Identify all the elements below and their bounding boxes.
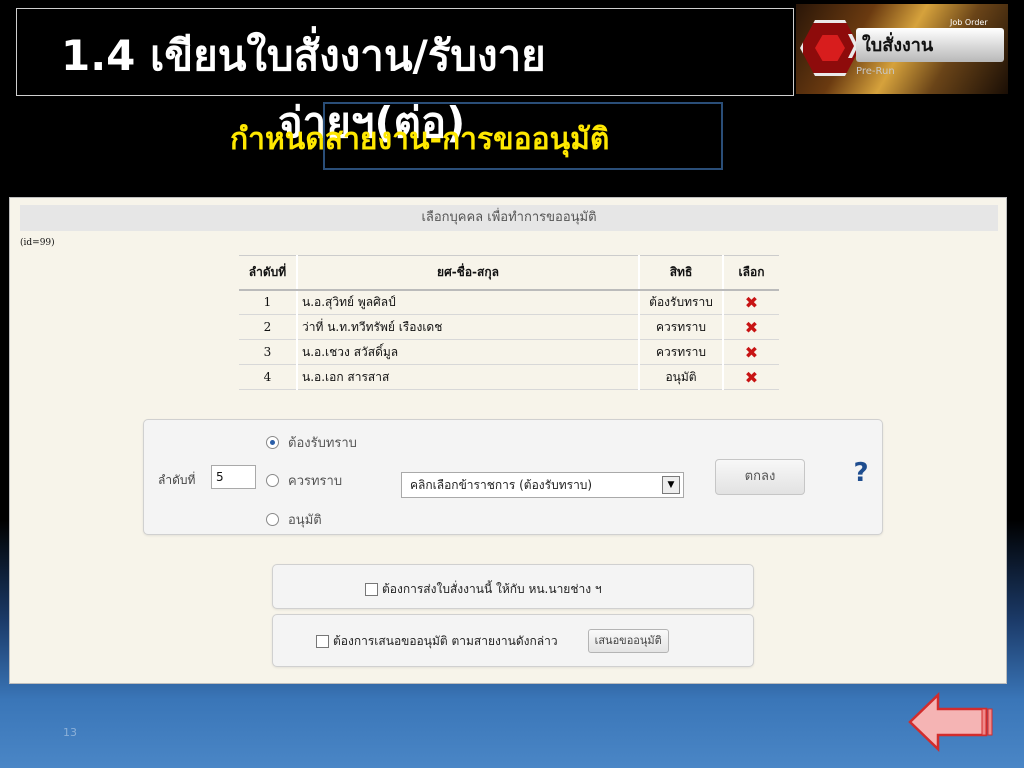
propose-option-box: ต้องการเสนอขออนุมัติ ตามสายงานดังกล่าว เ… — [272, 614, 754, 667]
remove-icon[interactable]: ✖ — [745, 293, 758, 312]
row-order: 2 — [239, 314, 297, 340]
row-name: น.อ.เชวง สวัสดิ์มูล — [296, 339, 639, 365]
row-order: 3 — [239, 339, 297, 365]
column-header-role: สิทธิ — [638, 255, 723, 291]
order-label: ลำดับที่ — [158, 473, 196, 487]
dropdown-arrow-icon[interactable]: ▼ — [662, 476, 680, 494]
row-name: ว่าที่ น.ท.ทวีทรัพย์ เรืองเดช — [296, 314, 639, 340]
row-name: น.อ.สุวิทย์ พูลศิลป์ — [296, 289, 639, 315]
remove-icon[interactable]: ✖ — [745, 318, 758, 337]
table-header-row: ลำดับที่ ยศ-ชื่อ-สกุล สิทธิ เลือก — [239, 255, 779, 291]
order-input[interactable]: 5 — [211, 465, 256, 489]
slide-title-box: 1.4 เขียนใบสั่งงาน/รับงาย — [16, 8, 794, 96]
propose-checkbox[interactable] — [316, 634, 329, 648]
row-order: 1 — [239, 289, 297, 315]
radio-label: อนุมัติ — [288, 513, 322, 528]
send-option-label: ต้องการส่งใบสั่งงานนี้ ให้กับ หน.นายช่าง… — [382, 582, 602, 596]
column-header-name: ยศ-ชื่อ-สกุล — [296, 255, 639, 291]
column-header-order: ลำดับที่ — [239, 255, 297, 291]
job-order-logo: ใบสั่งงาน Job Order Pre-Run — [796, 4, 1008, 94]
panel-header: เลือกบุคคล เพื่อทำการขออนุมัติ — [20, 205, 998, 231]
logo-sub-text: Pre-Run — [856, 66, 895, 77]
logo-small-text: Job Order — [950, 18, 988, 27]
radio-option-approve[interactable]: อนุมัติ — [266, 509, 322, 530]
officer-select[interactable]: คลิกเลือกข้าราชการ (ต้องรับทราบ) ▼ — [401, 472, 684, 498]
ok-button[interactable]: ตกลง — [715, 459, 805, 495]
approval-panel: เลือกบุคคล เพื่อทำการขออนุมัติ (id=99) ล… — [9, 197, 1007, 684]
radio-button[interactable] — [266, 513, 279, 526]
remove-icon[interactable]: ✖ — [745, 343, 758, 362]
logo-text: ใบสั่งงาน — [862, 35, 934, 56]
id-label: (id=99) — [20, 238, 55, 248]
back-arrow-icon[interactable] — [908, 692, 994, 752]
radio-label: ต้องรับทราบ — [288, 436, 357, 451]
radio-button[interactable] — [266, 474, 279, 487]
row-role: ต้องรับทราบ — [638, 289, 723, 315]
propose-option-label: ต้องการเสนอขออนุมัติ ตามสายงานดังกล่าว — [333, 633, 558, 648]
slide-subtitle: กำหนดสายงาน-การขออนุมัติ — [230, 122, 610, 157]
row-role: อนุมัติ — [638, 364, 723, 390]
table-row: 4 น.อ.เอก สารสาส อนุมัติ ✖ — [239, 364, 779, 390]
add-approver-form: ต้องรับทราบ ควรทราบ อนุมัติ ลำดับที่ 5 ค… — [143, 419, 883, 535]
propose-approval-option[interactable]: ต้องการเสนอขออนุมัติ ตามสายงานดังกล่าว เ… — [316, 629, 669, 653]
table-row: 3 น.อ.เชวง สวัสดิ์มูล ควรทราบ ✖ — [239, 339, 779, 365]
table-row: 1 น.อ.สุวิทย์ พูลศิลป์ ต้องรับทราบ ✖ — [239, 289, 779, 315]
send-checkbox[interactable] — [365, 583, 378, 596]
send-option-box: ต้องการส่งใบสั่งงานนี้ ให้กับ หน.นายช่าง… — [272, 564, 754, 609]
hexagon-icon — [800, 20, 860, 76]
officer-select-value: คลิกเลือกข้าราชการ (ต้องรับทราบ) — [410, 478, 593, 492]
row-order: 4 — [239, 364, 297, 390]
page-number: 13 — [63, 726, 77, 739]
column-header-select: เลือก — [722, 255, 779, 291]
remove-icon[interactable]: ✖ — [745, 368, 758, 387]
radio-option-should-know[interactable]: ควรทราบ — [266, 470, 342, 491]
table-row: 2 ว่าที่ น.ท.ทวีทรัพย์ เรืองเดช ควรทราบ … — [239, 314, 779, 340]
radio-button[interactable] — [266, 436, 279, 449]
row-name: น.อ.เอก สารสาส — [296, 364, 639, 390]
help-icon[interactable]: ? — [849, 458, 873, 488]
row-role: ควรทราบ — [638, 314, 723, 340]
radio-label: ควรทราบ — [288, 474, 343, 489]
propose-approval-button[interactable]: เสนอขออนุมัติ — [587, 629, 669, 653]
slide-title: 1.4 เขียนใบสั่งงาน/รับงาย — [61, 31, 546, 80]
row-role: ควรทราบ — [638, 339, 723, 365]
send-to-chief-option[interactable]: ต้องการส่งใบสั่งงานนี้ ให้กับ หน.นายช่าง… — [365, 580, 602, 599]
radio-option-must-acknowledge[interactable]: ต้องรับทราบ — [266, 432, 357, 453]
approver-table: ลำดับที่ ยศ-ชื่อ-สกุล สิทธิ เลือก 1 น.อ.… — [239, 255, 779, 390]
